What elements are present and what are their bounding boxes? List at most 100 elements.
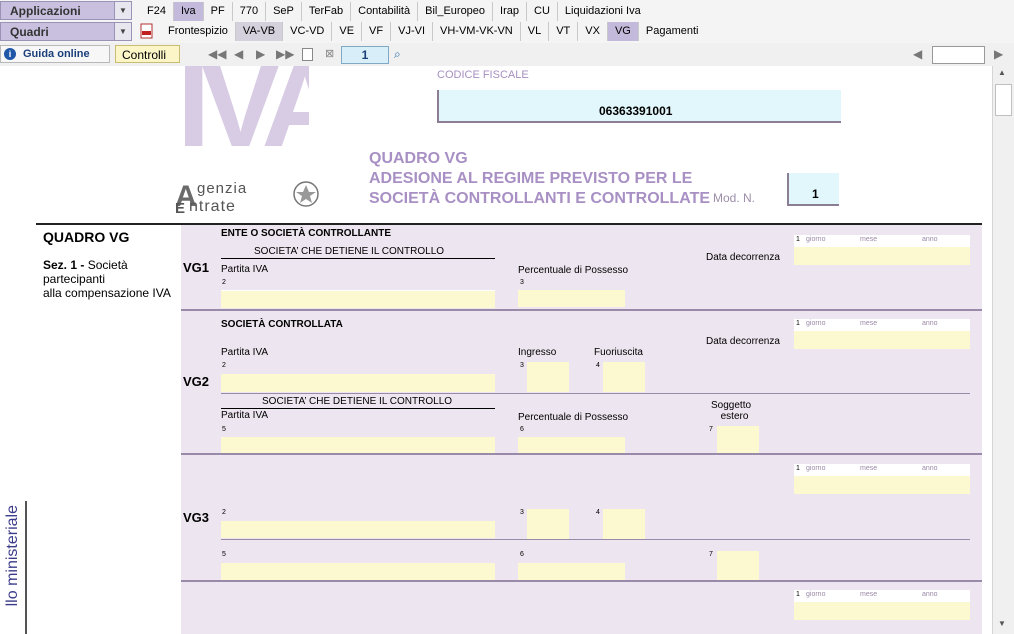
vg3-partita-iva-field[interactable]	[221, 521, 495, 538]
tab-770[interactable]: 770	[233, 2, 267, 21]
vg4-data-decorrenza-field[interactable]: 1 giorno mese anno	[794, 590, 970, 624]
tab-cu[interactable]: CU	[527, 2, 558, 21]
tab-bil-europeo[interactable]: Bil_Europeo	[418, 2, 494, 21]
vg2-num-1: 1	[796, 320, 800, 327]
chevron-down-icon[interactable]: ▼	[114, 23, 131, 40]
scroll-up-icon[interactable]: ▲	[998, 68, 1006, 77]
vg3-soggetto-estero-field[interactable]	[717, 551, 759, 581]
guida-online-label: Guida online	[23, 48, 90, 60]
vg1-mese-label: mese	[860, 236, 878, 243]
chevron-down-icon[interactable]: ▼	[114, 2, 131, 19]
side-sez-text-1: Società	[87, 258, 128, 272]
last-page-icon[interactable]: ▶▶	[276, 47, 294, 61]
page-number-field[interactable]: 1	[341, 46, 389, 64]
vg1-data-decorrenza-field[interactable]: 1 giorno mese anno	[794, 235, 970, 269]
vg1-percentuale-field[interactable]	[518, 290, 625, 307]
tab-vx[interactable]: VX	[578, 22, 608, 41]
vg2-fuoriuscita-field[interactable]	[603, 362, 645, 392]
vg3-data-decorrenza-field[interactable]: 1 giorno mese anno	[794, 464, 970, 498]
scroll-right-icon[interactable]: ▶	[994, 47, 1003, 61]
vg2-soggetto-estero-field[interactable]	[717, 426, 759, 456]
quadri-dropdown[interactable]: Quadri ▼	[0, 22, 132, 41]
side-sez-label: Sez. 1 -	[43, 258, 85, 272]
vg2-partita-iva2-field[interactable]	[221, 437, 495, 454]
tab-vj-vi[interactable]: VJ-VI	[391, 22, 434, 41]
vg1-num-2: 2	[222, 279, 226, 286]
vg3-num-6: 6	[520, 551, 524, 558]
tab-pagamenti[interactable]: Pagamenti	[639, 22, 706, 41]
codice-fiscale-field[interactable]: 06363391001	[437, 90, 841, 123]
tab-frontespizio[interactable]: Frontespizio	[161, 22, 236, 41]
vg2-data-decorrenza-label: Data decorrenza	[706, 336, 780, 347]
vg3-num-1: 1	[796, 465, 800, 472]
vg2-id: VG2	[183, 374, 210, 389]
agenzia-text: genzia	[197, 180, 248, 197]
tab-vc-vd[interactable]: VC-VD	[283, 22, 333, 41]
vg2-ingresso-field[interactable]	[527, 362, 569, 392]
tab-terfab[interactable]: TerFab	[302, 2, 352, 21]
tab-f24[interactable]: F24	[140, 2, 174, 21]
mod-n-field[interactable]: 1	[787, 173, 839, 206]
vg3-ingresso-field[interactable]	[527, 509, 569, 539]
tab-vf[interactable]: VF	[362, 22, 392, 41]
vg2-data-decorrenza-field[interactable]: 1 giorno mese anno	[794, 319, 970, 353]
guida-online-button[interactable]: i Guida online	[0, 45, 110, 63]
vg1-num-3: 3	[520, 279, 524, 286]
tab-irap[interactable]: Irap	[493, 2, 528, 21]
mod-n-label: Mod. N.	[713, 191, 756, 205]
vg2-section-title: SOCIETÀ CONTROLLATA	[221, 319, 343, 330]
scroll-thumb[interactable]	[995, 84, 1012, 116]
next-page-icon[interactable]: ▶	[256, 47, 265, 61]
vg2-num-5: 5	[222, 426, 226, 433]
vertical-scrollbar[interactable]: ▲ ▼	[992, 66, 1014, 634]
search-page-icon[interactable]: ⌕	[394, 47, 401, 62]
vg3-num-2: 2	[222, 509, 226, 516]
title-line-2: ADESIONE AL REGIME PREVISTO PER LE	[369, 170, 693, 187]
quadro-title: QUADRO VG ADESIONE AL REGIME PREVISTO PE…	[369, 149, 710, 209]
vg2-num-4: 4	[596, 362, 600, 369]
tab-sep[interactable]: SeP	[266, 2, 302, 21]
agenzia-e-glyph: E	[175, 200, 187, 217]
info-icon: i	[4, 48, 16, 60]
tab-ve[interactable]: VE	[332, 22, 363, 41]
controlli-button[interactable]: Controlli	[115, 45, 180, 63]
tab-liquidazioni-iva[interactable]: Liquidazioni Iva	[558, 2, 648, 21]
tab-pf[interactable]: PF	[204, 2, 233, 21]
vg3-percentuale-field[interactable]	[518, 563, 625, 580]
pdf-icon[interactable]	[140, 23, 154, 39]
tab-va-vb[interactable]: VA-VB	[235, 22, 284, 41]
vg3-partita-iva2-field[interactable]	[221, 563, 495, 580]
vg2-mid-rule	[221, 393, 970, 394]
iva-logo: IVA	[181, 66, 309, 174]
vg3-fuoriuscita-field[interactable]	[603, 509, 645, 539]
first-page-icon[interactable]: ◀◀	[208, 47, 226, 61]
tab-contabilita[interactable]: Contabilità	[351, 2, 419, 21]
vg2-percentuale-field[interactable]	[518, 437, 625, 454]
new-page-icon[interactable]	[302, 48, 313, 61]
prev-page-icon[interactable]: ◀	[234, 47, 243, 61]
vg3-num-4: 4	[596, 509, 600, 516]
vg2-partita-iva-field[interactable]	[221, 374, 495, 392]
vg3-mese-label: mese	[860, 465, 878, 472]
vg1-num-1: 1	[796, 236, 800, 243]
goto-input[interactable]	[932, 46, 985, 64]
scroll-left-icon[interactable]: ◀	[913, 47, 922, 61]
vg3-num-7: 7	[709, 551, 713, 558]
vg1-partita-iva-field[interactable]	[221, 290, 495, 308]
iva-logo-text: IVA	[181, 66, 309, 172]
applicazioni-dropdown[interactable]: Applicazioni ▼	[0, 1, 132, 20]
vg1-id: VG1	[183, 260, 210, 275]
delete-page-icon[interactable]: ⊠	[325, 47, 334, 60]
scroll-down-icon[interactable]: ▼	[998, 619, 1006, 628]
tab-vh-vm-vk-vn[interactable]: VH-VM-VK-VN	[433, 22, 521, 41]
vg1-partita-iva-label: Partita IVA	[221, 264, 269, 275]
applicazioni-label: Applicazioni	[10, 4, 81, 18]
tab-vt[interactable]: VT	[549, 22, 579, 41]
vg4-mese-label: mese	[860, 591, 878, 598]
tab-iva[interactable]: Iva	[173, 2, 204, 21]
tab-vl[interactable]: VL	[521, 22, 550, 41]
codice-fiscale-value: 06363391001	[599, 104, 673, 118]
tab-vg[interactable]: VG	[607, 22, 639, 41]
sub-tabs: Frontespizio VA-VB VC-VD VE VF VJ-VI VH-…	[161, 22, 705, 41]
vg1-data-decorrenza-label: Data decorrenza	[706, 252, 780, 263]
